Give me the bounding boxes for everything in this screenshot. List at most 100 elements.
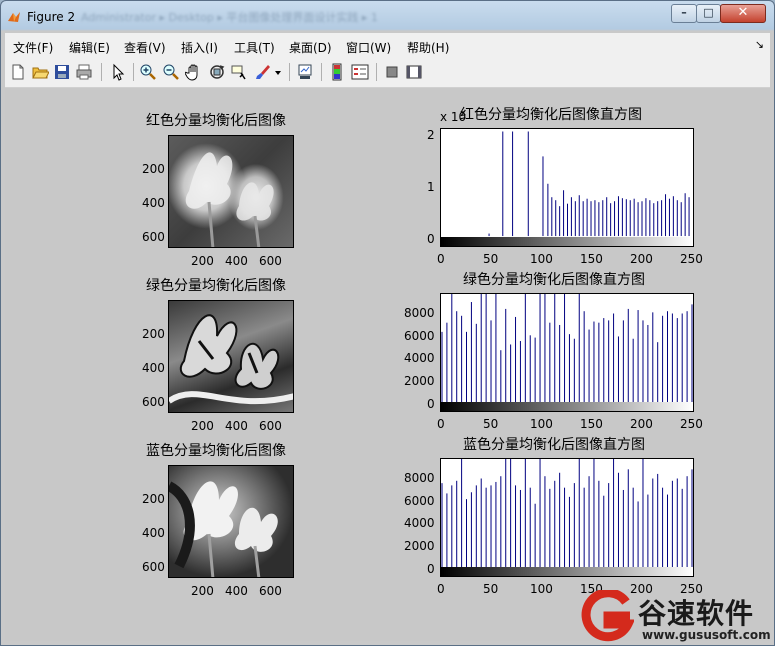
hist-xtick: 50 — [483, 417, 499, 431]
hist-ytick: 4000 — [404, 351, 435, 365]
histogram-blue-plot — [441, 459, 693, 568]
maximize-icon: □ — [703, 6, 714, 19]
watermark-url: www.gususoft.com — [642, 628, 771, 642]
hist-xtick: 50 — [483, 252, 499, 266]
image-xtick: 200 — [191, 584, 214, 598]
pointer-icon[interactable] — [109, 63, 127, 81]
menu-file[interactable]: 文件(F) — [13, 39, 53, 56]
zoom-in-icon[interactable] — [139, 63, 157, 81]
save-icon[interactable] — [53, 63, 71, 81]
zoom-out-icon[interactable] — [162, 63, 180, 81]
menu-window[interactable]: 窗口(W) — [346, 39, 391, 56]
brush-icon[interactable] — [254, 63, 272, 81]
image-ytick: 200 — [142, 492, 165, 506]
hist-xtick: 150 — [580, 417, 603, 431]
pan-hand-icon[interactable] — [185, 63, 203, 81]
gusu-watermark: 谷速软件 www.gususoft.com — [578, 588, 775, 646]
image-ytick: 400 — [142, 196, 165, 210]
hist-ytick: 6000 — [404, 494, 435, 508]
image-xtick: 200 — [191, 419, 214, 433]
close-button[interactable]: ✕ — [720, 4, 766, 23]
menu-view[interactable]: 查看(V) — [124, 39, 166, 56]
image-ytick: 200 — [142, 327, 165, 341]
hist-xtick: 200 — [630, 252, 653, 266]
minimize-icon: – — [681, 6, 687, 19]
rotate-3d-icon[interactable] — [208, 63, 226, 81]
open-file-icon[interactable] — [31, 63, 49, 81]
hist-ytick: 0 — [427, 397, 435, 411]
hist-xtick: 250 — [680, 252, 703, 266]
hist-xtick: 150 — [580, 252, 603, 266]
hist-xtick: 200 — [630, 417, 653, 431]
image-xtick: 400 — [225, 419, 248, 433]
print-icon[interactable] — [75, 63, 93, 81]
histogram-red — [440, 128, 694, 247]
gusu-logo-icon — [581, 590, 634, 642]
brush-dropdown-icon[interactable] — [273, 63, 283, 81]
histogram-blue — [440, 458, 694, 577]
window-title: Figure 2 — [27, 10, 76, 24]
menu-help[interactable]: 帮助(H) — [407, 39, 449, 56]
hist-xtick: 50 — [483, 582, 499, 596]
image-xtick: 400 — [225, 584, 248, 598]
insert-legend-icon[interactable] — [351, 63, 369, 81]
minimize-button[interactable]: – — [671, 4, 697, 23]
hist-ytick: 2 — [427, 128, 435, 142]
hist-ytick: 4000 — [404, 516, 435, 530]
image-ytick: 600 — [142, 560, 165, 574]
title-bar[interactable]: Figure 2 Administrator ▸ Desktop ▸ 平台图像处… — [1, 1, 774, 33]
menu-bar: 文件(F) 编辑(E) 查看(V) 插入(I) 工具(T) 桌面(D) 窗口(W… — [5, 33, 770, 57]
histogram-green — [440, 293, 694, 412]
window-path: Administrator ▸ Desktop ▸ 平台图像处理界面设计实践 ▸… — [81, 11, 378, 23]
image-title-green: 绿色分量均衡化后图像 — [146, 278, 286, 294]
toolbar-separator — [101, 63, 102, 81]
new-figure-icon[interactable] — [9, 63, 27, 81]
maximize-button[interactable]: □ — [696, 4, 721, 23]
toolbar-separator — [321, 63, 322, 81]
hist-title-blue: 蓝色分量均衡化后图像直方图 — [463, 437, 645, 453]
hist-title-red: 红色分量均衡化后图像直方图 — [460, 107, 642, 123]
image-ytick: 200 — [142, 162, 165, 176]
figure-toolbar — [5, 57, 770, 88]
matlab-logo-icon — [8, 12, 20, 22]
hist-ytick: 6000 — [404, 329, 435, 343]
close-icon: ✕ — [737, 5, 749, 20]
data-cursor-icon[interactable] — [231, 63, 249, 81]
image-ytick: 600 — [142, 395, 165, 409]
toolbar-separator — [376, 63, 377, 81]
image-xtick: 200 — [191, 254, 214, 268]
hist-xtick: 0 — [437, 582, 445, 596]
hist-xtick: 100 — [530, 582, 553, 596]
image-title-blue: 蓝色分量均衡化后图像 — [146, 443, 286, 459]
hist-ytick: 0 — [427, 232, 435, 246]
hist-ytick: 8000 — [404, 471, 435, 485]
image-ytick: 400 — [142, 361, 165, 375]
hist-title-green: 绿色分量均衡化后图像直方图 — [463, 272, 645, 288]
insert-colorbar-icon[interactable] — [328, 63, 346, 81]
lily-flowers-green — [169, 314, 293, 405]
gray-colorbar — [441, 567, 693, 576]
lily-flowers-red — [185, 152, 274, 247]
show-plot-tools-icon[interactable] — [405, 63, 423, 81]
hist-ytick: 2000 — [404, 539, 435, 553]
hide-plot-tools-icon[interactable] — [383, 63, 401, 81]
watermark-brand: 谷速软件 — [638, 597, 755, 630]
hist-xtick: 0 — [437, 252, 445, 266]
equalized-image-green — [168, 300, 294, 413]
image-xtick: 600 — [259, 254, 282, 268]
hist-xtick: 100 — [530, 417, 553, 431]
image-ytick: 400 — [142, 526, 165, 540]
image-xtick: 600 — [259, 584, 282, 598]
hist-xtick: 100 — [530, 252, 553, 266]
menubar-dock-icon[interactable]: ↘ — [755, 38, 764, 51]
equalized-image-blue — [168, 465, 294, 578]
lily-flowers-blue — [169, 481, 278, 577]
hist-ytick: 8000 — [404, 306, 435, 320]
hist-exponent-label: x 10 — [440, 110, 467, 124]
menu-desktop[interactable]: 桌面(D) — [289, 39, 332, 56]
link-plot-icon[interactable] — [296, 63, 314, 81]
menu-edit[interactable]: 编辑(E) — [69, 39, 110, 56]
gray-colorbar — [441, 402, 693, 411]
menu-tools[interactable]: 工具(T) — [234, 39, 275, 56]
menu-insert[interactable]: 插入(I) — [181, 39, 218, 56]
